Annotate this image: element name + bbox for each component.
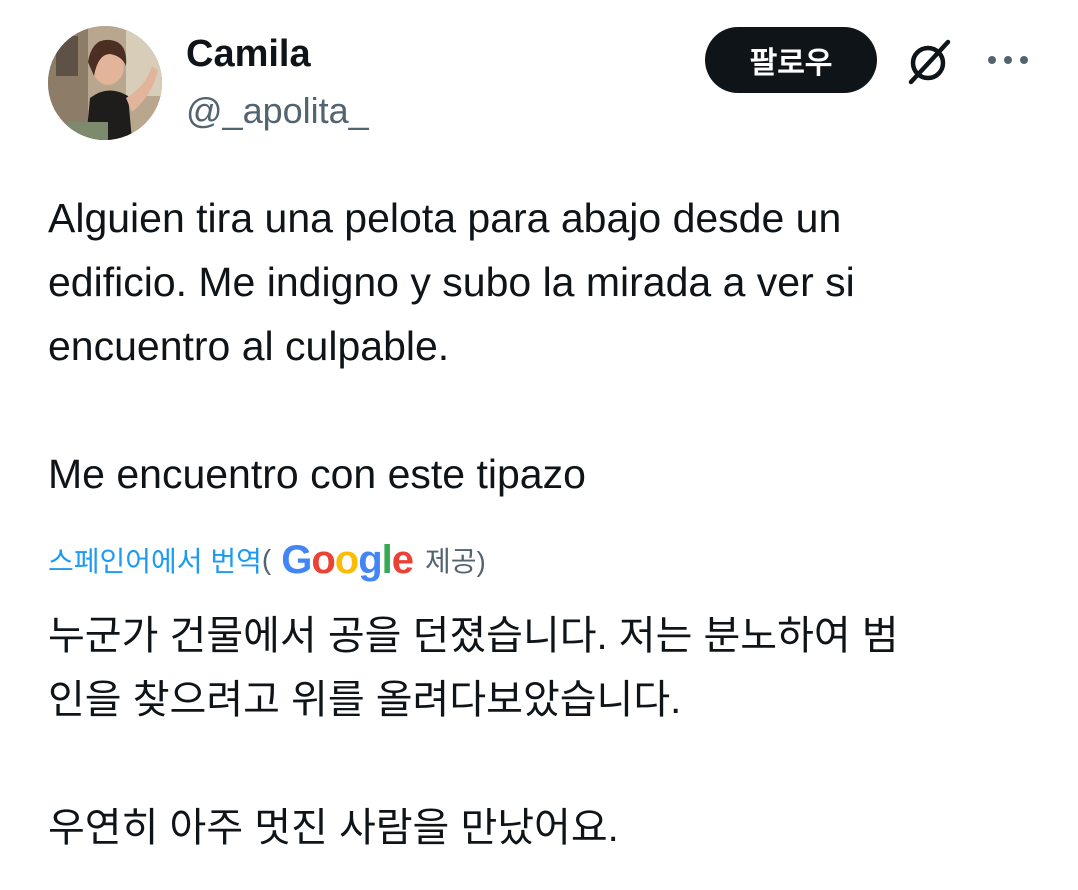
translate-link[interactable]: 스페인어에서 번역 bbox=[48, 540, 262, 580]
avatar[interactable] bbox=[48, 26, 162, 140]
translation-attribution: 스페인어에서 번역 ( Google 제공) bbox=[48, 535, 486, 585]
grok-icon[interactable] bbox=[904, 36, 954, 86]
provided-by-label: 제공) bbox=[425, 546, 486, 577]
google-logo: Google bbox=[281, 538, 414, 582]
translated-text: 누군가 건물에서 공을 던졌습니다. 저는 분노하여 범 인을 찾으려고 위를 … bbox=[48, 614, 899, 850]
tweet-text: Alguien tira una pelota para abajo desde… bbox=[48, 195, 855, 497]
more-icon[interactable] bbox=[986, 50, 1030, 70]
paren-open: ( bbox=[261, 544, 272, 575]
display-name[interactable]: Camila bbox=[186, 32, 311, 76]
avatar-photo bbox=[48, 26, 162, 140]
user-handle[interactable]: @_apolita_ bbox=[186, 89, 369, 133]
follow-button[interactable]: 팔로우 bbox=[705, 27, 877, 93]
